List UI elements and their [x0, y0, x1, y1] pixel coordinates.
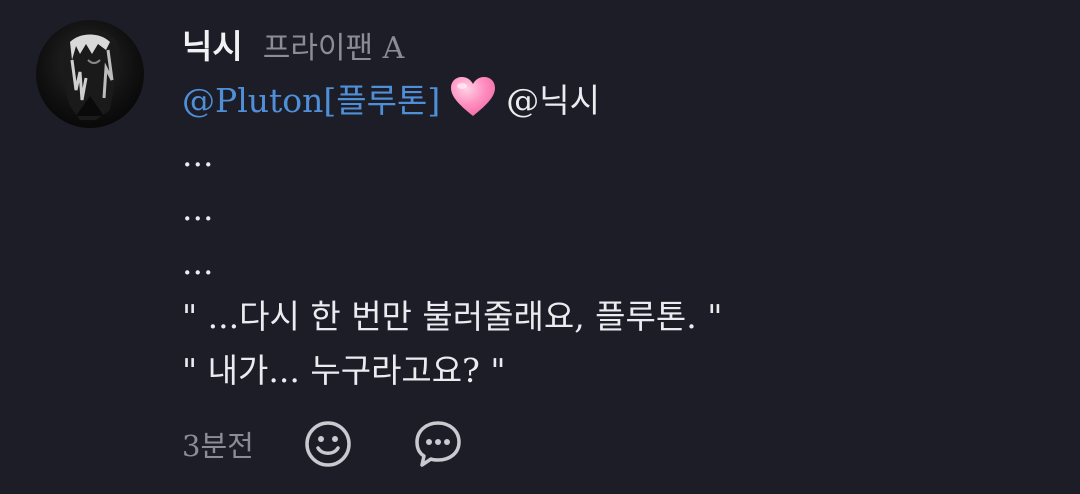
post-body: @Pluton[플루톤] @닉시 ... ... ... " ...다시 한 번만…: [182, 74, 1042, 398]
speech-bubble-icon: [415, 421, 461, 467]
text-line-4: " ...다시 한 번만 불러줄래요, 플루톤. ": [182, 297, 723, 336]
user-handle[interactable]: 프라이팬 A: [263, 23, 405, 67]
avatar-image: [63, 29, 120, 120]
text-line-2: ...: [182, 189, 214, 228]
post-card: 닉시 프라이팬 A @Pluton[플루톤] @닉시 ... ... ... " …: [0, 0, 1080, 494]
reaction-button[interactable]: [302, 418, 354, 470]
mention-line: @Pluton[플루톤] @닉시: [182, 74, 1042, 128]
mention-nixie[interactable]: @닉시: [506, 81, 600, 120]
heart-icon: [450, 76, 496, 134]
comment-button[interactable]: [412, 418, 464, 470]
timestamp: 3분전: [182, 429, 254, 463]
text-line-3: ...: [182, 243, 214, 282]
smiley-icon: [305, 421, 351, 467]
text-line-5: " 내가... 누구라고요? ": [182, 351, 506, 390]
post-footer: 3분전: [182, 418, 464, 470]
text-line-1: ...: [182, 135, 214, 174]
user-name[interactable]: 닉시: [182, 20, 243, 68]
mention-pluton[interactable]: @Pluton[플루톤]: [182, 81, 440, 120]
post-header: 닉시 프라이팬 A: [182, 20, 404, 66]
avatar[interactable]: [36, 20, 144, 128]
